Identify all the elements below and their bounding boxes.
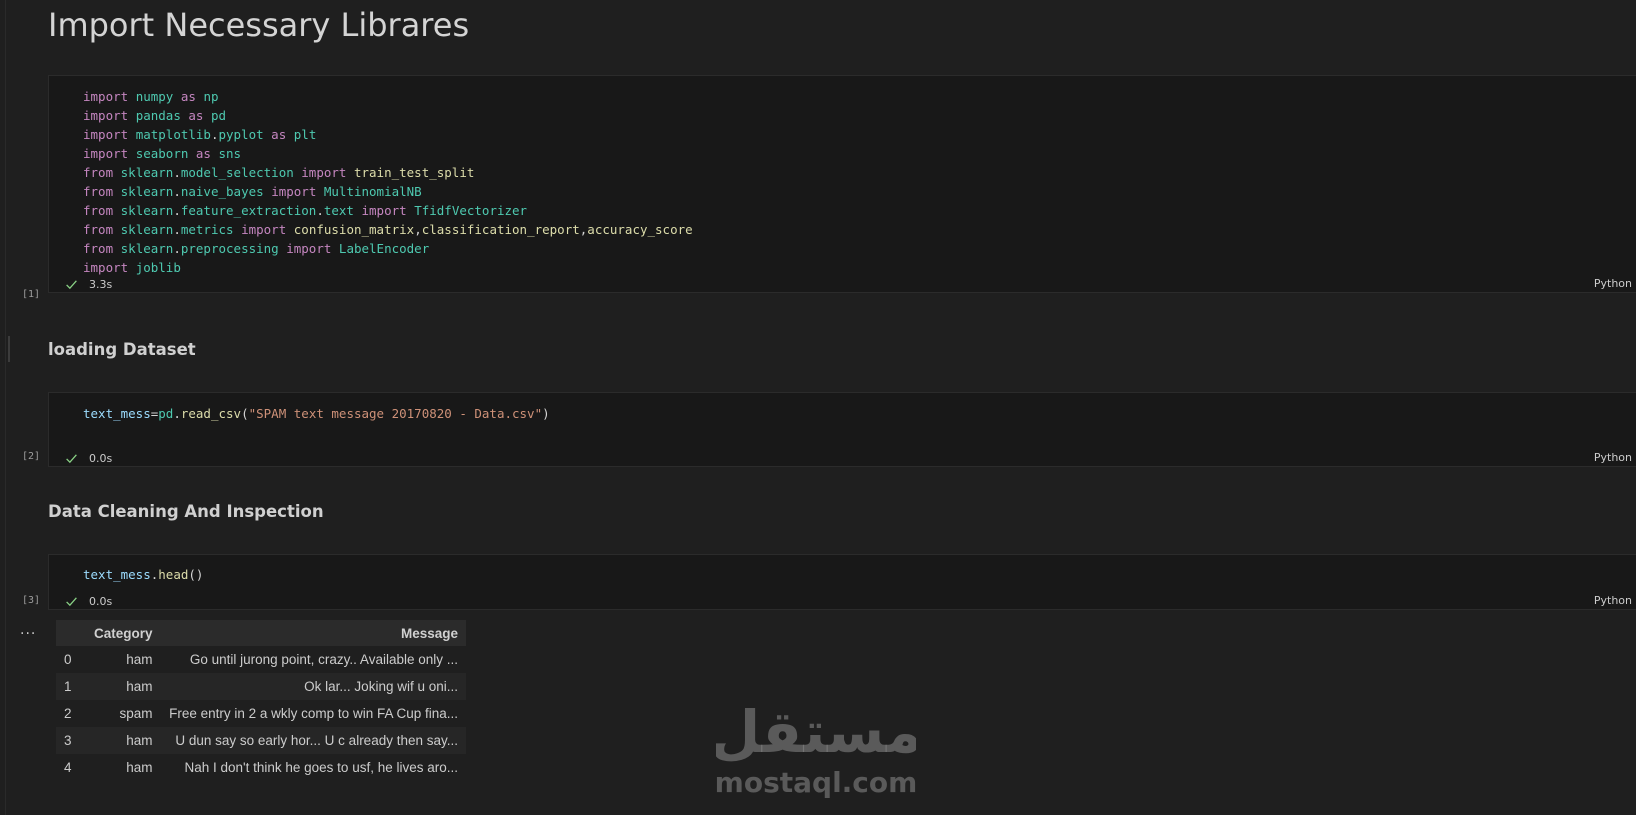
table-row: 3 ham U dun say so early hor... U c alre…: [56, 727, 466, 754]
cell-3-execution-count: [3]: [22, 595, 41, 606]
row-category: ham: [126, 652, 153, 667]
table-row: 4 ham Nah I don't think he goes to usf, …: [56, 754, 466, 781]
row-message: Ok lar... Joking wif u oni...: [160, 673, 466, 700]
cell-2-execution-count: [2]: [22, 451, 41, 462]
watermark-domain-text: mostaql.com: [716, 766, 916, 799]
mostaql-watermark-logo: مستقل mostaql.com: [716, 700, 916, 799]
check-icon: [63, 593, 79, 609]
column-header-index: [56, 620, 86, 646]
row-message: Free entry in 2 a wkly comp to win FA Cu…: [169, 706, 458, 721]
gutter-line: [5, 0, 6, 815]
cell-1-language[interactable]: Python: [1594, 277, 1632, 290]
notebook-editor: Import Necessary Librares import numpy a…: [0, 0, 1636, 815]
code-line: from sklearn.model_selection import trai…: [83, 165, 475, 180]
row-index: 4: [64, 760, 72, 775]
watermark-arabic-text: مستقل: [716, 700, 916, 766]
code-editor-cell-3[interactable]: text_mess.head(): [83, 565, 203, 584]
code-line: import joblib: [83, 260, 181, 275]
table-row: 1 ham Ok lar... Joking wif u oni...: [56, 673, 466, 700]
row-message: Go until jurong point, crazy.. Available…: [189, 652, 458, 667]
row-category: ham: [86, 673, 161, 700]
row-index: 0: [64, 652, 72, 667]
cell-3-language[interactable]: Python: [1594, 594, 1632, 607]
row-message: U dun say so early hor... U c already th…: [160, 727, 466, 754]
row-message: Nah I don't think he goes to usf, he liv…: [184, 760, 459, 775]
cell-1-status: 3.3s: [63, 276, 112, 292]
markdown-heading-loading-dataset[interactable]: loading Dataset: [48, 340, 196, 359]
table-row: 2 spam Free entry in 2 a wkly comp to wi…: [56, 700, 466, 727]
code-line: from sklearn.naive_bayes import Multinom…: [83, 184, 422, 199]
code-cell-3[interactable]: text_mess.head() 0.0s Python: [48, 554, 1636, 610]
code-editor-cell-2[interactable]: text_mess=pd.read_csv("SPAM text message…: [83, 404, 550, 423]
column-header-category: Category: [86, 620, 161, 646]
code-line: text_mess.head(): [83, 567, 204, 582]
row-index: 3: [56, 727, 86, 754]
code-line: import matplotlib.pyplot as plt: [83, 127, 317, 142]
code-editor-cell-1[interactable]: import numpy as np import pandas as pd imp…: [83, 87, 693, 277]
code-line: import seaborn as sns: [83, 146, 242, 161]
cell-3-status: 0.0s: [63, 593, 112, 609]
row-index: 2: [64, 706, 72, 721]
output-more-actions-button[interactable]: ...: [20, 622, 36, 638]
row-category: spam: [119, 706, 153, 721]
code-line: import pandas as pd: [83, 108, 227, 123]
code-line: text_mess=pd.read_csv("SPAM text message…: [83, 406, 550, 421]
code-line: from sklearn.preprocessing import LabelE…: [83, 241, 430, 256]
cell-2-status: 0.0s: [63, 450, 112, 466]
cell-1-duration: 3.3s: [89, 277, 113, 291]
code-cell-2[interactable]: text_mess=pd.read_csv("SPAM text message…: [48, 392, 1636, 467]
check-icon: [63, 276, 79, 292]
code-line: from sklearn.metrics import confusion_ma…: [83, 222, 693, 237]
row-index: 1: [56, 673, 86, 700]
cell-1-execution-count: [1]: [22, 289, 41, 300]
table-header-row: Category Message: [56, 620, 466, 646]
code-cell-1[interactable]: import numpy as np import pandas as pd imp…: [48, 75, 1636, 293]
markdown-heading-import-libraries[interactable]: Import Necessary Librares: [48, 6, 469, 44]
code-line: import numpy as np: [83, 89, 219, 104]
row-category: ham: [86, 727, 161, 754]
code-line: from sklearn.feature_extraction.text imp…: [83, 203, 528, 218]
check-icon: [63, 450, 79, 466]
markdown-heading-data-cleaning[interactable]: Data Cleaning And Inspection: [48, 502, 324, 521]
column-header-message: Message: [160, 620, 466, 646]
cell-2-language[interactable]: Python: [1594, 451, 1632, 464]
markdown-cell-focus-indicator[interactable]: [8, 336, 10, 362]
dataframe-output-table: Category Message 0 ham Go until jurong p…: [56, 620, 466, 781]
table-row: 0 ham Go until jurong point, crazy.. Ava…: [56, 646, 466, 673]
cell-3-duration: 0.0s: [89, 594, 113, 608]
cell-2-duration: 0.0s: [89, 451, 113, 465]
row-category: ham: [126, 760, 153, 775]
